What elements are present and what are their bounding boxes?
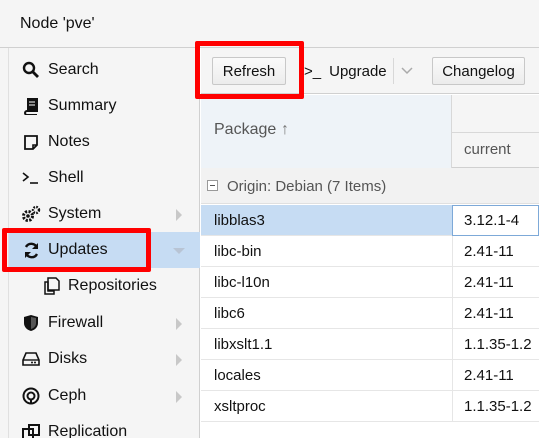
replication-icon [21,422,41,438]
nav-item-firewall[interactable]: Firewall [9,305,200,341]
nav-item-label: Notes [48,133,90,150]
terminal-icon: >_ [304,62,322,80]
changelog-button-label: Changelog [442,62,515,80]
chevron-right-icon [176,209,182,221]
column-header-package[interactable]: Package ↑ [201,95,452,168]
nav-item-label: Disks [48,350,88,367]
gears-icon [21,204,41,224]
package-name: locales [214,367,261,384]
shield-icon [21,313,41,333]
current-version: 1.1.35-1.2 [464,336,532,353]
hdd-icon [21,349,41,369]
package-name: libc6 [214,305,245,322]
table-row[interactable]: libc-l10n 2.41-11 [201,267,539,298]
nav-item-system[interactable]: System [9,196,200,232]
nav-item-notes[interactable]: Notes [9,124,200,160]
search-icon [21,60,41,80]
ceph-icon [21,386,41,406]
nav-item-repositories[interactable]: Repositories [9,268,200,304]
table-row[interactable]: libblas3 3.12.1-4 [201,205,539,236]
grid-header: Package ↑ current [201,95,539,168]
nav-item-replication[interactable]: Replication [9,414,200,438]
column-divider [452,236,453,267]
table-row[interactable]: libc-bin 2.41-11 [201,236,539,267]
chevron-down-icon [400,67,413,75]
column-header-label: current [464,141,511,158]
table-row[interactable]: xsltproc 1.1.35-1.2 [201,391,539,422]
chevron-right-icon [176,354,182,366]
package-name: libxslt1.1 [214,336,273,353]
current-version: 2.41-11 [464,305,514,322]
current-version: 2.41-11 [464,274,514,291]
note-icon [21,132,41,152]
package-name: libblas3 [214,212,265,229]
table-row[interactable]: libxslt1.1 1.1.35-1.2 [201,329,539,360]
column-header-label: Package [214,121,277,138]
package-name: xsltproc [214,398,266,415]
collapse-icon[interactable] [207,180,218,191]
nav-item-search[interactable]: Search [9,52,200,88]
upgrade-button-label: Upgrade [329,62,387,80]
nav-item-label: Replication [48,423,128,438]
terminal-icon [21,168,41,188]
nav-item-label: Search [48,61,99,78]
chevron-right-icon [176,391,182,403]
current-version: 1.1.35-1.2 [464,398,532,415]
changelog-button[interactable]: Changelog [432,57,525,85]
package-name: libc-l10n [214,274,270,291]
table-row[interactable]: libc6 2.41-11 [201,298,539,329]
book-icon [21,96,41,116]
column-divider [452,298,453,329]
current-version: 3.12.1-4 [464,212,520,229]
highlight-box-updates [2,228,151,272]
nav-item-label: Shell [48,169,84,186]
nav-item-label: Summary [48,97,117,114]
nav-item-ceph[interactable]: Ceph [9,378,200,414]
column-divider [452,267,453,298]
column-divider [452,329,453,360]
table-row[interactable]: locales 2.41-11 [201,360,539,391]
chevron-down-icon[interactable] [173,248,185,254]
nav-item-disks[interactable]: Disks [9,341,200,377]
nav-item-label: Firewall [48,314,104,331]
updates-panel: Refresh >_ Upgrade Changelog Package ↑ c… [201,48,539,438]
upgrade-menu-trigger[interactable] [393,58,419,84]
nav-item-label: Ceph [48,387,87,404]
nav-item-label: Repositories [68,277,157,294]
chevron-right-icon [176,318,182,330]
group-header-row[interactable]: Origin: Debian (7 Items) [201,168,539,204]
column-divider [452,360,453,391]
window-title: Node 'pve' [20,15,95,32]
column-header-current[interactable]: current [452,133,539,168]
upgrade-button[interactable]: >_ Upgrade [299,57,420,85]
sort-ascending-icon: ↑ [281,121,289,138]
nav-item-label: System [48,205,102,222]
column-divider [452,391,453,422]
highlight-box-refresh [195,41,304,99]
copy-icon [41,276,61,296]
nav-item-shell[interactable]: Shell [9,160,200,196]
package-name: libc-bin [214,243,262,260]
nav-item-summary[interactable]: Summary [9,88,200,124]
current-version: 2.41-11 [464,243,514,260]
column-group-header [452,95,539,133]
group-label: Origin: Debian (7 Items) [227,178,387,195]
current-version: 2.41-11 [464,367,514,384]
